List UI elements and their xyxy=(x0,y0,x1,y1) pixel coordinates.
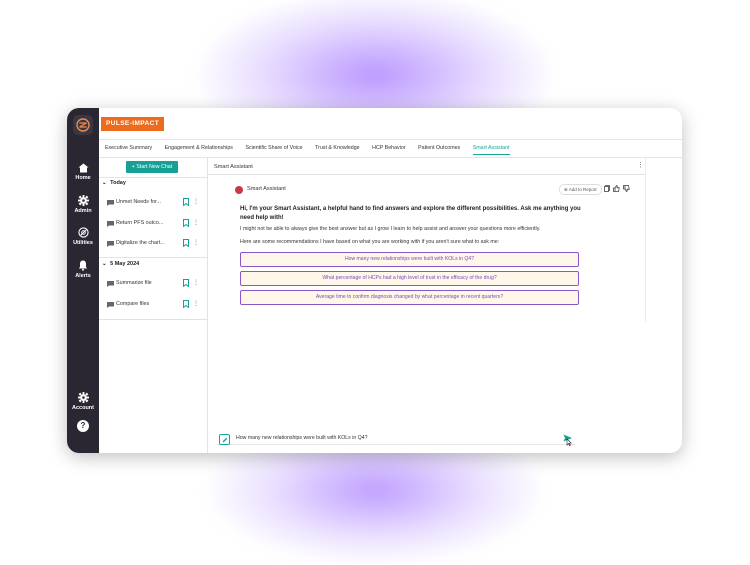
chat-bubble-icon xyxy=(107,302,114,308)
bookmark-icon[interactable] xyxy=(183,219,189,227)
chat-bubble-icon xyxy=(107,221,114,227)
bookmark-icon[interactable] xyxy=(183,239,189,247)
chat-item[interactable]: Compare files ⋮ xyxy=(107,300,202,310)
gear-icon xyxy=(77,392,89,403)
send-button[interactable] xyxy=(563,433,573,451)
bell-icon xyxy=(78,260,88,271)
recommendations-intro: Here are some recommendations I have bas… xyxy=(240,239,500,245)
chat-item[interactable]: Unmet Needs for... ⋮ xyxy=(107,198,202,208)
tab-executive-summary[interactable]: Executive Summary xyxy=(105,145,152,155)
bookmark-icon[interactable] xyxy=(183,279,189,287)
start-new-chat-button[interactable]: + Start New Chat xyxy=(126,161,178,173)
tab-trust-knowledge[interactable]: Trust & Knowledge xyxy=(315,145,360,155)
chat-history-panel: + Start New Chat ⌄ Today Unmet Needs for… xyxy=(99,158,208,453)
bookmark-icon[interactable] xyxy=(183,300,189,308)
send-icon xyxy=(563,434,572,447)
chat-item[interactable]: Return PFS outco... ⋮ xyxy=(107,219,202,229)
help-button[interactable]: ? xyxy=(67,420,99,432)
chat-group-date[interactable]: ⌄ 5 May 2024 xyxy=(102,261,139,267)
sidebar-item-label: Account xyxy=(72,405,94,411)
disclaimer-text: I might not be able to always give the b… xyxy=(240,226,541,232)
chat-bubble-icon xyxy=(107,241,114,247)
chat-item-label: Digitalize the chart... xyxy=(116,240,165,246)
divider xyxy=(99,257,207,258)
suggestion-button[interactable]: Average time to confirm diagnosis change… xyxy=(240,290,579,305)
chat-bubble-icon xyxy=(107,200,114,206)
chat-bubble-icon xyxy=(107,281,114,287)
divider xyxy=(99,319,207,320)
copy-icon[interactable] xyxy=(604,185,610,192)
sidebar-item-admin[interactable]: Admin xyxy=(67,195,99,214)
group-title: 5 May 2024 xyxy=(110,261,140,267)
app-window: Home Admin Utilities Alerts Account ? PU… xyxy=(67,108,682,453)
greeting-message: Hi, I'm your Smart Assistant, a helpful … xyxy=(240,206,581,221)
tab-engagement-relationships[interactable]: Engagement & Relationships xyxy=(165,145,233,155)
header-divider xyxy=(99,139,682,140)
chat-input-field[interactable]: How many new relationships were built wi… xyxy=(236,435,367,441)
pencil-icon[interactable] xyxy=(219,434,230,445)
more-options-icon[interactable]: ⋮ xyxy=(193,300,199,307)
more-options-icon[interactable]: ⋮ xyxy=(193,219,199,226)
thumbs-up-icon[interactable] xyxy=(613,185,620,192)
chat-item[interactable]: Digitalize the chart... ⋮ xyxy=(107,239,202,249)
panel-title: Smart Assistant xyxy=(214,164,253,170)
assistant-name: Smart Assistant xyxy=(247,186,286,192)
divider xyxy=(99,177,207,178)
sidebar-item-label: Alerts xyxy=(75,273,91,279)
utilities-icon xyxy=(77,227,89,238)
sidebar-item-utilities[interactable]: Utilities xyxy=(67,227,99,246)
sidebar-item-alerts[interactable]: Alerts xyxy=(67,260,99,279)
chat-item-label: Unmet Needs for... xyxy=(116,199,161,205)
more-options-icon[interactable]: ⋮ xyxy=(193,279,199,286)
assistant-avatar xyxy=(235,186,243,194)
add-to-report-button[interactable]: ⊕ Add to Report xyxy=(559,184,602,195)
gear-icon xyxy=(77,195,89,206)
group-title: Today xyxy=(110,180,126,186)
add-to-report-label: Add to Report xyxy=(568,187,597,192)
sidebar-item-account[interactable]: Account xyxy=(67,392,99,411)
home-icon xyxy=(78,163,88,173)
thumbs-down-icon[interactable] xyxy=(623,185,630,192)
suggestion-button[interactable]: How many new relationships were built wi… xyxy=(240,252,579,267)
sidebar: Home Admin Utilities Alerts Account ? xyxy=(67,108,99,453)
tab-patient-outcomes[interactable]: Patient Outcomes xyxy=(418,145,460,155)
chat-item-label: Compare files xyxy=(116,301,150,307)
logo-icon[interactable] xyxy=(73,115,93,135)
more-options-icon[interactable]: ⋮ xyxy=(637,161,644,169)
sidebar-item-label: Admin xyxy=(74,208,92,214)
more-options-icon[interactable]: ⋮ xyxy=(193,198,199,205)
chat-item-label: Summarize file xyxy=(116,280,152,286)
chevron-down-icon: ⌄ xyxy=(102,261,107,267)
bookmark-icon[interactable] xyxy=(183,198,189,206)
message-actions xyxy=(604,185,630,192)
plus-circle-icon: ⊕ xyxy=(564,187,568,192)
brand-badge: PULSE-IMPACT xyxy=(101,117,165,131)
tab-smart-assistant[interactable]: Smart Assistant xyxy=(472,145,510,155)
sidebar-item-label: Home xyxy=(75,175,91,181)
panel-border xyxy=(645,158,646,322)
tab-hcp-behavior[interactable]: HCP Behavior xyxy=(372,145,405,155)
help-icon: ? xyxy=(77,420,89,432)
sidebar-item-home[interactable]: Home xyxy=(67,163,99,181)
more-options-icon[interactable]: ⋮ xyxy=(193,239,199,246)
chat-item-label: Return PFS outco... xyxy=(116,220,164,226)
sidebar-item-label: Utilities xyxy=(73,240,93,246)
chat-group-today[interactable]: ⌄ Today xyxy=(102,180,126,186)
suggestion-button[interactable]: What percentage of HCPs had a high level… xyxy=(240,271,579,286)
tab-scientific-share-of-voice[interactable]: Scientific Share of Voice xyxy=(245,145,302,155)
tab-bar: Executive Summary Engagement & Relations… xyxy=(105,145,522,155)
chat-item[interactable]: Summarize file ⋮ xyxy=(107,279,202,289)
chevron-down-icon: ⌄ xyxy=(102,180,107,186)
panel-divider xyxy=(208,174,645,175)
